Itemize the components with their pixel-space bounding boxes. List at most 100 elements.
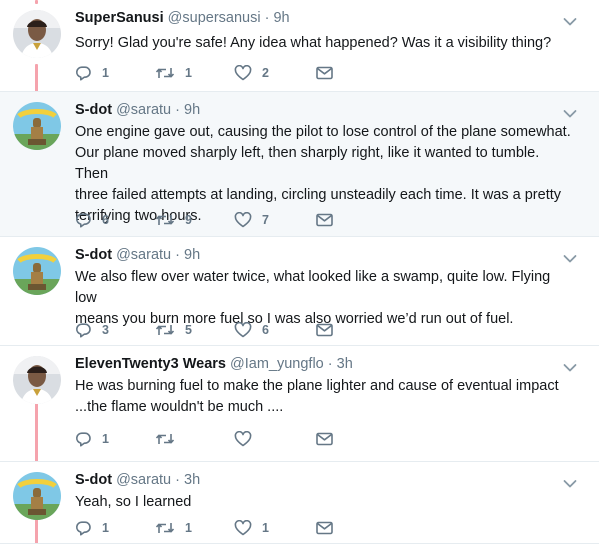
retweet-count: 1 [185,521,192,535]
chevron-down-icon[interactable] [563,14,577,26]
retweet-icon [155,65,185,81]
retweet-button[interactable]: 9 [155,212,234,228]
reply-count: 1 [102,66,109,80]
reply-button[interactable]: 3 [75,322,155,338]
retweet-count: 1 [185,66,192,80]
tweet-header: S-dot @saratu · 9h [75,247,200,263]
retweet-button[interactable]: 5 [155,322,234,338]
display-name[interactable]: SuperSanusi [75,10,164,26]
direct-message-button[interactable] [316,432,346,446]
timestamp[interactable]: 9h [273,10,289,26]
chevron-down-icon[interactable] [563,251,577,263]
avatar[interactable] [13,10,61,58]
like-count: 6 [262,323,269,337]
separator-dot: · [175,102,180,118]
tweet-text-line: One engine gave out, causing the pilot t… [75,124,571,140]
avatar[interactable] [13,472,61,520]
timestamp[interactable]: 9h [184,102,200,118]
tweet[interactable]: ElevenTwenty3 Wears @Iam_yungflo · 3h He … [0,346,599,462]
chevron-down-icon[interactable] [563,360,577,372]
like-button[interactable]: 1 [234,520,316,536]
tweet-text: He was burning fuel to make the plane li… [75,376,575,418]
heart-icon [234,65,262,81]
direct-message-button[interactable] [316,66,346,80]
direct-message-button[interactable] [316,213,346,227]
timestamp[interactable]: 3h [184,472,200,488]
avatar[interactable] [13,356,61,404]
like-button[interactable]: 6 [234,322,316,338]
retweet-icon [155,520,185,536]
retweet-count: 9 [185,213,192,227]
like-count: 7 [262,213,269,227]
display-name[interactable]: S-dot [75,472,112,488]
tweet-text-line: We also flew over water twice, what look… [75,269,551,306]
retweet-count: 5 [185,323,192,337]
tweet-actions: 3 5 6 [75,320,346,340]
tweet[interactable]: S-dot @saratu · 9h One engine gave out, c… [0,92,599,237]
tweet-text-line: three failed attempts at landing, circli… [75,187,561,203]
envelope-icon [316,521,343,535]
like-count: 1 [262,521,269,535]
tweet-actions: 6 9 7 [75,210,346,230]
retweet-button[interactable]: 1 [155,520,234,536]
reply-button[interactable]: 1 [75,520,155,536]
avatar[interactable] [13,247,61,295]
reply-button[interactable]: 6 [75,212,155,228]
tweet[interactable]: SuperSanusi @supersanusi · 9h Sorry! Glad… [0,0,599,92]
direct-message-button[interactable] [316,521,346,535]
timestamp[interactable]: 9h [184,247,200,263]
avatar[interactable] [13,102,61,150]
separator-dot: · [175,472,180,488]
envelope-icon [316,66,343,80]
like-button[interactable]: 2 [234,65,316,81]
retweet-icon [155,212,185,228]
like-button[interactable] [234,431,316,447]
heart-icon [234,520,262,536]
tweet-text-line: ...the flame wouldn't be much .... [75,399,284,415]
tweet-text: Sorry! Glad you're safe! Any idea what h… [75,33,575,54]
timestamp[interactable]: 3h [337,356,353,372]
tweet-text: Yeah, so I learned [75,492,575,513]
envelope-icon [316,213,343,227]
tweet-header: ElevenTwenty3 Wears @Iam_yungflo · 3h [75,356,353,372]
user-handle[interactable]: @Iam_yungflo [230,356,324,372]
chevron-down-icon[interactable] [563,476,577,488]
envelope-icon [316,323,343,337]
like-button[interactable]: 7 [234,212,316,228]
user-handle[interactable]: @saratu [116,472,171,488]
retweet-button[interactable]: 1 [155,65,234,81]
user-handle[interactable]: @saratu [116,247,171,263]
tweet[interactable]: S-dot @saratu · 3h Yeah, so I learned 1 1 1 [0,462,599,544]
user-handle[interactable]: @supersanusi [168,10,261,26]
reply-button[interactable]: 1 [75,431,155,447]
tweet-actions: 1 1 1 [75,518,346,538]
separator-dot: · [264,10,270,26]
separator-dot: · [327,356,333,372]
user-handle[interactable]: @saratu [116,102,171,118]
retweet-icon [155,322,185,338]
tweet-text-line: Yeah, so I learned [75,494,192,510]
retweet-icon [155,431,185,447]
display-name[interactable]: S-dot [75,102,112,118]
display-name[interactable]: S-dot [75,247,112,263]
tweet-header: S-dot @saratu · 9h [75,102,200,118]
reply-count: 1 [102,432,109,446]
tweet-actions: 1 [75,429,346,449]
display-name[interactable]: ElevenTwenty3 Wears [75,356,226,372]
tweet[interactable]: S-dot @saratu · 9h We also flew over wate… [0,237,599,346]
direct-message-button[interactable] [316,323,346,337]
heart-icon [234,212,262,228]
tweet-text-line: He was burning fuel to make the plane li… [75,378,559,394]
like-count: 2 [262,66,269,80]
reply-count: 3 [102,323,109,337]
reply-icon [75,520,102,536]
tweet-text-line: Sorry! Glad you're safe! Any idea what h… [75,35,552,51]
reply-button[interactable]: 1 [75,65,155,81]
reply-count: 6 [102,213,109,227]
reply-icon [75,322,102,338]
tweet-header: S-dot @saratu · 3h [75,472,200,488]
retweet-button[interactable] [155,431,234,447]
heart-icon [234,431,262,447]
chevron-down-icon[interactable] [563,106,577,118]
tweet-header: SuperSanusi @supersanusi · 9h [75,10,290,26]
